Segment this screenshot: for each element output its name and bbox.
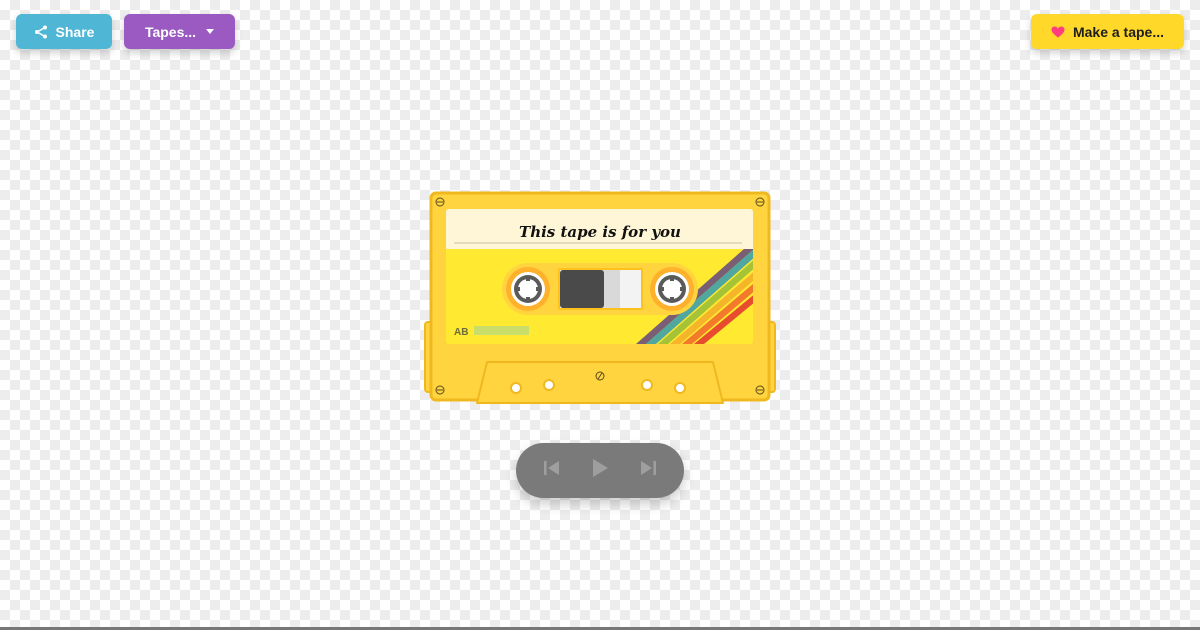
play-icon [591, 458, 609, 483]
side-marker: AB [454, 327, 468, 338]
share-label: Share [55, 23, 95, 40]
right-reel [650, 267, 694, 311]
skip-previous-button[interactable] [534, 453, 570, 489]
playback-controls [516, 443, 684, 498]
tapes-label: Tapes... [144, 23, 197, 40]
cassette-title: This tape is for you [519, 223, 681, 241]
heart-icon [1051, 26, 1065, 38]
caret-down-icon [206, 29, 215, 34]
skip-next-button[interactable] [630, 453, 666, 489]
skip-next-icon [639, 460, 657, 481]
tapes-dropdown-button[interactable]: Tapes... [124, 14, 235, 49]
share-icon [34, 25, 48, 39]
play-button[interactable] [582, 453, 618, 489]
make-a-tape-button[interactable]: Make a tape... [1031, 14, 1184, 49]
tape-spool [560, 270, 604, 308]
cassette-tape: This tape is for you AB [424, 191, 776, 404]
make-a-tape-label: Make a tape... [1072, 23, 1165, 40]
share-button[interactable]: Share [16, 14, 112, 49]
left-reel [506, 267, 550, 311]
side-marker-bar [474, 326, 529, 335]
skip-previous-icon [543, 460, 561, 481]
